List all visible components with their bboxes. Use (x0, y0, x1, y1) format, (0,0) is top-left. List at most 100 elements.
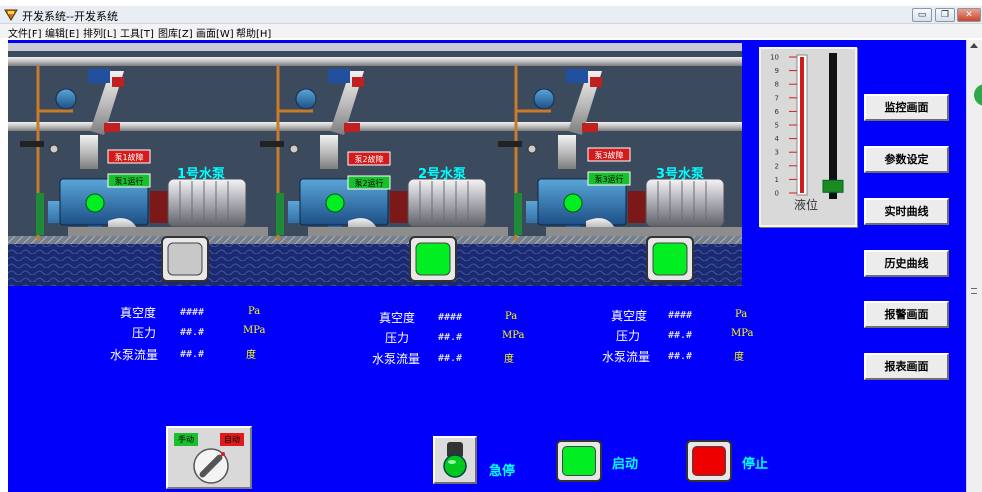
pump-3-vacuum-unit: Pa (735, 309, 748, 320)
level-tick-label: 10 (770, 54, 779, 62)
stop-label: 停止 (742, 457, 769, 472)
level-tick-label: 1 (775, 176, 779, 184)
pump-1-run-label: 泵1运行 (114, 176, 143, 186)
pump-2-fault-indicator: 泵2故障 (347, 151, 391, 166)
level-tick-label: 9 (775, 67, 779, 75)
level-tick-label: 0 (775, 190, 779, 198)
menu-library[interactable]: 图库[Z] (158, 25, 193, 40)
pump-2-flow-label: 水泵流量 (372, 352, 421, 366)
level-slider-thumb[interactable] (822, 179, 844, 193)
pump-3-vacuum-label: 真空度 (611, 309, 648, 323)
app-icon (4, 9, 18, 21)
pump-3-fault-label: 泵3故障 (594, 150, 623, 160)
nav-monitor-button[interactable]: 监控画面 (864, 94, 949, 121)
level-slider-track (829, 53, 837, 199)
pump-2-name: 2号水泵 (418, 166, 466, 182)
restore-button[interactable]: ❐ (935, 8, 955, 22)
canvas-top-strip (8, 43, 742, 51)
level-tick-label: 6 (775, 108, 780, 116)
mode-auto-label[interactable]: 自动 (220, 433, 244, 446)
start-label: 启动 (612, 457, 639, 472)
stop-button[interactable] (686, 440, 732, 482)
menu-bar: 文件[F] 编辑[E] 排列[L] 工具[T] 图库[Z] 画面[W] 帮助[H… (0, 24, 982, 40)
pump-2-button[interactable] (409, 236, 457, 282)
stop-button-face (692, 446, 726, 476)
estop-label: 急停 (489, 464, 516, 479)
estop-button[interactable] (433, 436, 477, 484)
pump-3-pressure-value: ##.# (668, 330, 693, 341)
scroll-side-badge[interactable] (974, 84, 982, 106)
pump-1-run-lamp (85, 193, 105, 213)
pump-1-pressure-value: ##.# (180, 327, 205, 338)
menu-edit[interactable]: 编辑[E] (45, 25, 79, 40)
pump-3-flow-unit: 度 (734, 352, 744, 363)
pump-3-flow-value: ##.# (668, 351, 693, 362)
level-tick-label: 4 (775, 135, 780, 143)
pump-3-name: 3号水泵 (656, 166, 704, 182)
pump-1-name: 1号水泵 (177, 166, 225, 182)
nav-history-button[interactable]: 历史曲线 (864, 250, 949, 277)
pump-2-flow-value: ##.# (438, 353, 463, 364)
mode-manual-label[interactable]: 手动 (174, 433, 198, 446)
pump-1-vacuum-unit: Pa (248, 306, 261, 317)
window-title: 开发系统--开发系统 (22, 10, 118, 23)
level-tick-label: 8 (775, 81, 779, 89)
pump-1-flow-value: ##.# (180, 349, 205, 360)
nav-report-button[interactable]: 报表画面 (864, 353, 949, 380)
pump-1-flow-label: 水泵流量 (110, 348, 159, 362)
estop-icon (443, 442, 467, 478)
pump-2-run-lamp (325, 193, 345, 213)
close-button[interactable]: ✕ (957, 8, 981, 22)
minimize-button[interactable]: ▭ (912, 8, 932, 22)
pump-3-run-indicator: 泵3运行 (587, 171, 631, 186)
pump-2-run-label: 泵2运行 (354, 178, 383, 188)
menu-screen[interactable]: 画面[W] (196, 25, 234, 40)
pump-2-run-indicator: 泵2运行 (347, 175, 391, 190)
pump-1-pressure-label: 压力 (132, 326, 157, 340)
menu-file[interactable]: 文件[F] (8, 25, 42, 40)
pump-3-button[interactable] (646, 236, 694, 282)
scada-canvas: 泵1故障 泵1运行 1号水泵 泵2故障 泵2运行 2号水泵 泵3故障 泵3运行 … (8, 40, 966, 492)
application-window: 开发系统--开发系统 ▭ ❐ ✕ 文件[F] 编辑[E] 排列[L] 工具[T]… (0, 0, 982, 492)
pump-1-run-indicator: 泵1运行 (107, 173, 151, 188)
nav-realtime-button[interactable]: 实时曲线 (864, 198, 949, 225)
nav-alarm-button[interactable]: 报警画面 (864, 301, 949, 328)
pump-3-pressure-unit: MPa (731, 328, 754, 339)
pump-3-pressure-label: 压力 (616, 329, 641, 343)
nav-params-button[interactable]: 参数设定 (864, 146, 949, 173)
scroll-thumb-grip-icon[interactable] (971, 288, 977, 294)
rotary-knob-icon[interactable] (192, 447, 230, 485)
pump-2-vacuum-unit: Pa (505, 311, 518, 322)
start-button-face (562, 446, 596, 476)
pump-1-pressure-unit: MPa (243, 325, 266, 336)
pump-2-fault-label: 泵2故障 (354, 154, 383, 164)
menu-tools[interactable]: 工具[T] (120, 25, 154, 40)
pump-3-vacuum-value: #### (668, 310, 693, 321)
mode-selector[interactable]: 手动 自动 (166, 426, 252, 489)
menu-arrange[interactable]: 排列[L] (83, 25, 116, 40)
level-tick-label: 3 (775, 149, 779, 157)
vertical-scrollbar[interactable] (966, 40, 982, 492)
pump-1-fault-label: 泵1故障 (114, 152, 143, 162)
pump-1-vacuum-label: 真空度 (120, 306, 157, 320)
pump-2-pressure-unit: MPa (502, 330, 525, 341)
level-panel: 10 9 8 7 6 5 4 3 2 1 0 液位 (759, 47, 857, 227)
level-tick-label: 5 (775, 122, 779, 130)
pump-1-button[interactable] (161, 236, 209, 282)
start-button[interactable] (556, 440, 602, 482)
menu-help[interactable]: 帮助[H] (236, 25, 271, 40)
pump-2-flow-unit: 度 (504, 354, 514, 365)
level-tick-label: 7 (775, 94, 779, 102)
scroll-up-arrow-icon[interactable] (970, 43, 978, 48)
level-label: 液位 (794, 197, 818, 212)
pump-3-run-lamp (563, 193, 583, 213)
pump-1-fault-indicator: 泵1故障 (107, 149, 151, 164)
pump-1-flow-unit: 度 (246, 350, 256, 361)
pump-2-pressure-label: 压力 (385, 331, 410, 345)
level-tick-label: 2 (775, 162, 779, 170)
pump-3-flow-label: 水泵流量 (602, 350, 651, 364)
title-bar: 开发系统--开发系统 ▭ ❐ ✕ (0, 6, 982, 24)
pump-2-vacuum-label: 真空度 (379, 311, 416, 325)
floor (8, 236, 742, 286)
pump-2-pressure-value: ##.# (438, 332, 463, 343)
